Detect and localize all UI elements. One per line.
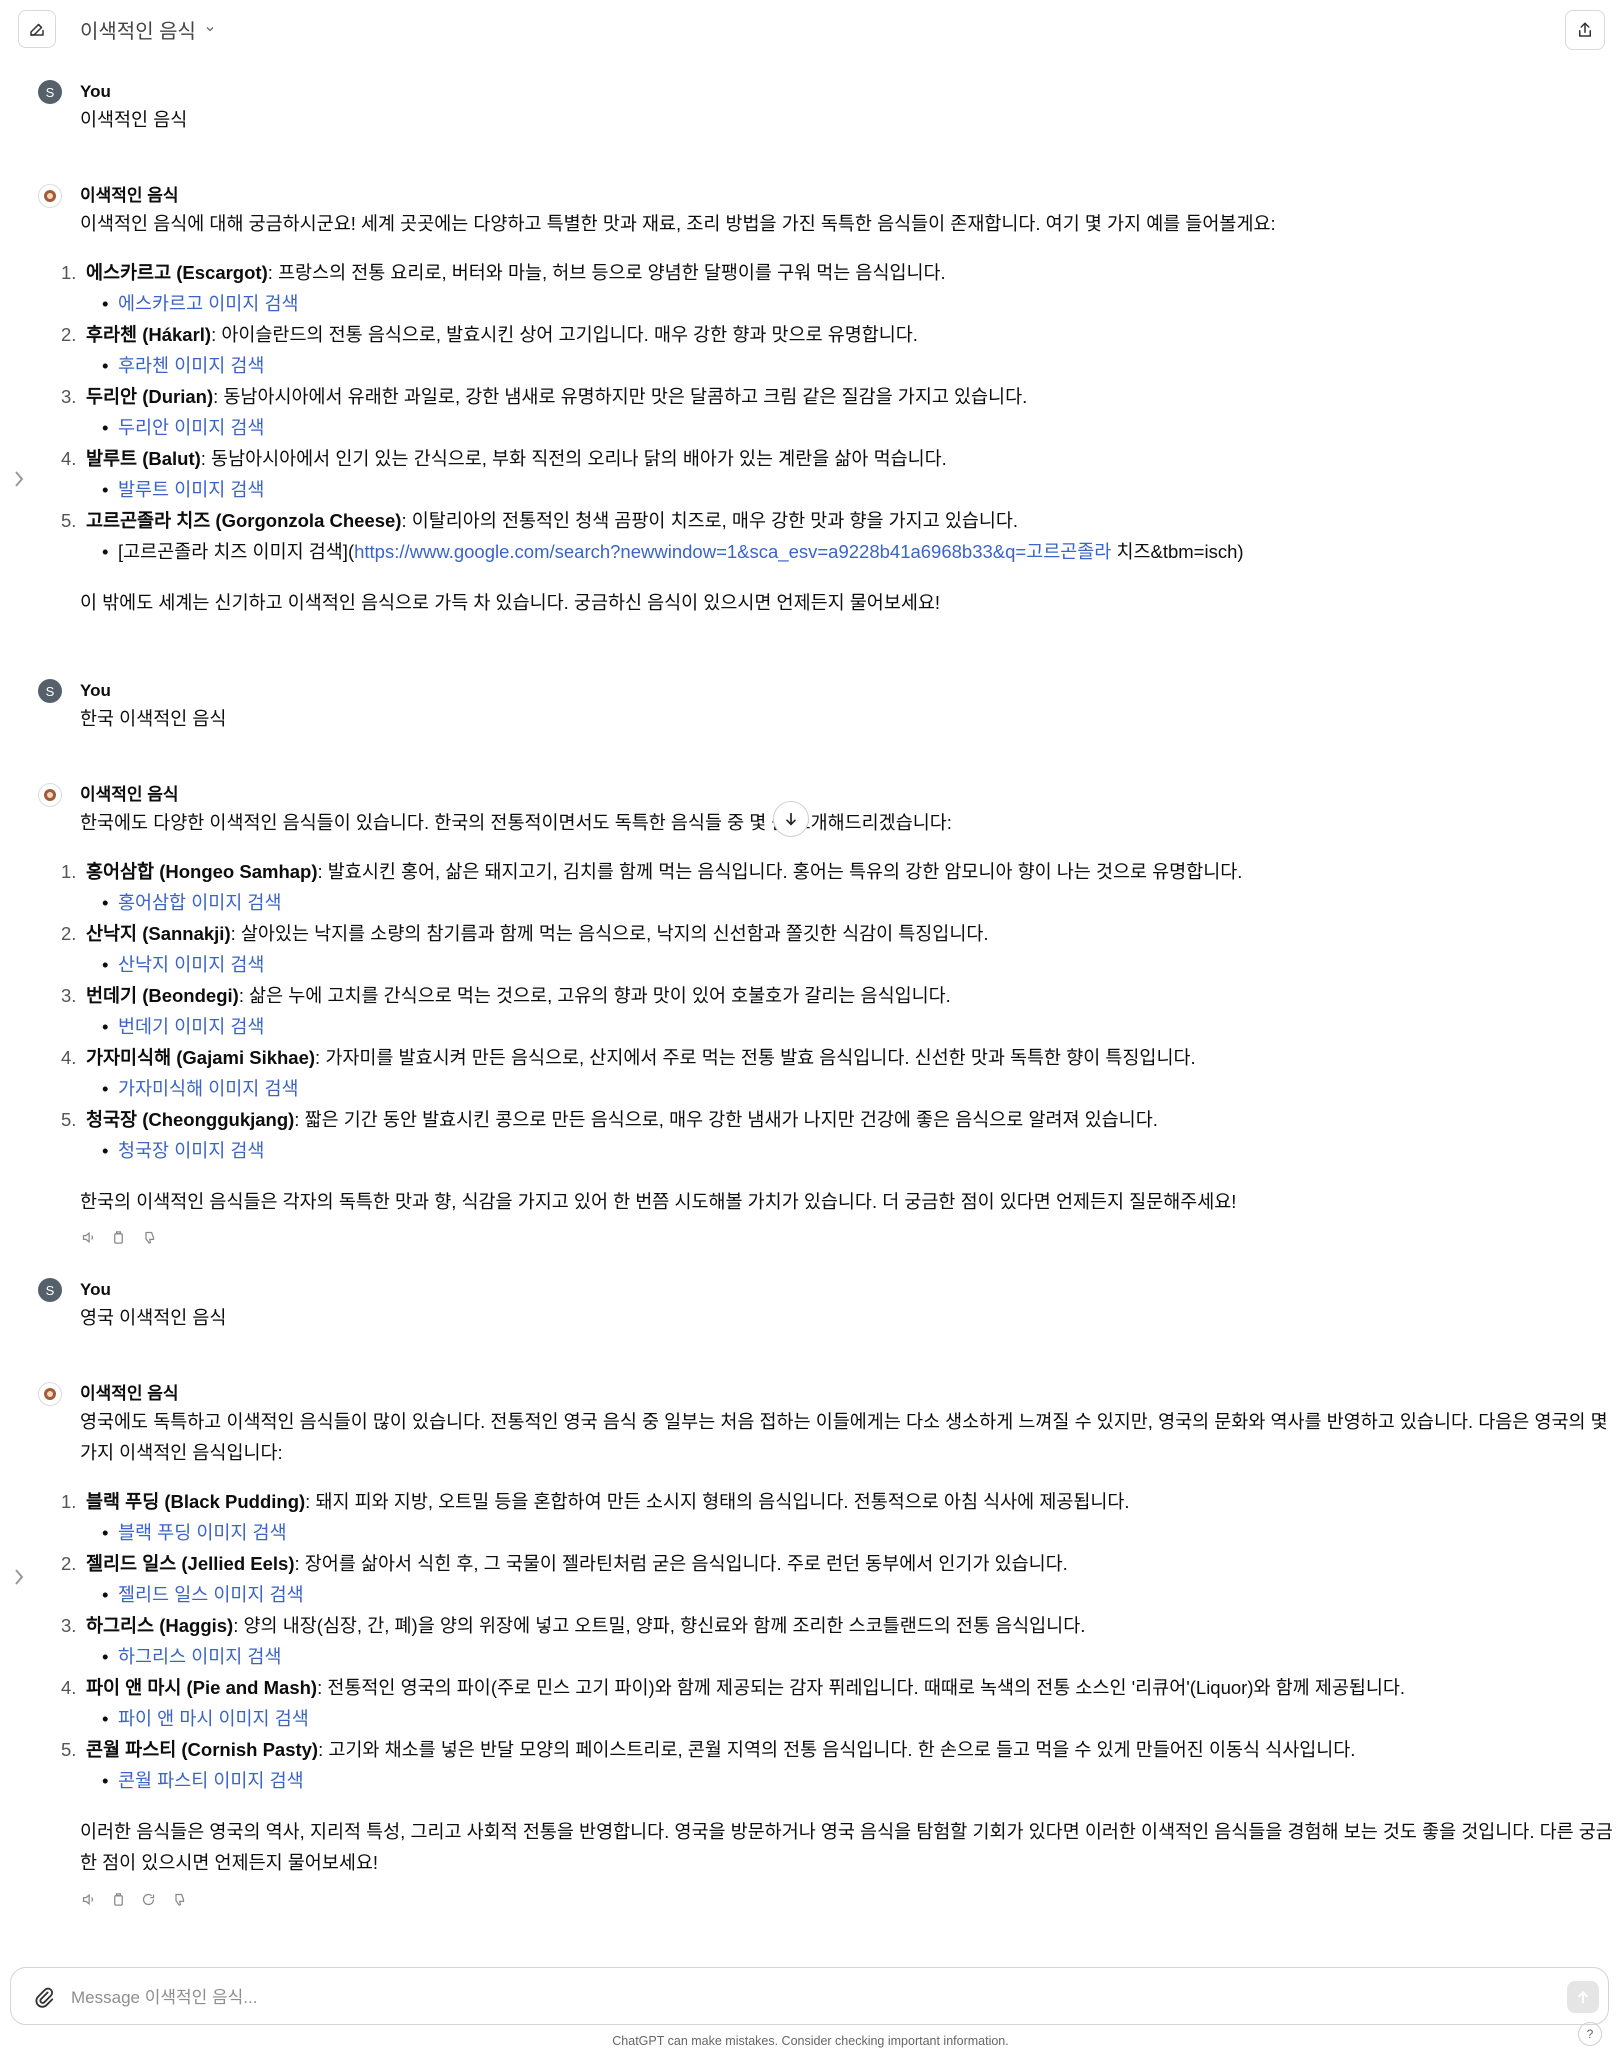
send-button[interactable]: [1567, 1981, 1599, 2013]
list-item: 4. 가자미식해 (Gajami Sikhae): 가자미를 발효시켜 만든 음식…: [61, 1042, 1620, 1104]
message-author: 이색적인 음식: [80, 1384, 179, 1403]
help-button[interactable]: ?: [1578, 2022, 1602, 2046]
message-outro: 이 밖에도 세계는 신기하고 이색적인 음식으로 가득 차 있습니다. 궁금하신…: [80, 592, 941, 613]
message-author: You: [80, 681, 111, 700]
message-intro: 이색적인 음식에 대해 궁금하시군요! 세계 곳곳에는 다양하고 특별한 맛과 …: [80, 213, 1276, 234]
list-item: 5. 콘월 파스티 (Cornish Pasty): 고기와 채소를 넣은 반달 …: [61, 1734, 1620, 1796]
edit-icon: [30, 23, 44, 36]
read-aloud-icon[interactable]: [80, 1229, 96, 1245]
message-text: 영국 이색적인 음식: [80, 1307, 227, 1328]
image-search-link[interactable]: 가자미식해 이미지 검색: [118, 1078, 298, 1099]
image-search-link[interactable]: 발루트 이미지 검색: [118, 479, 264, 500]
read-aloud-icon[interactable]: [80, 1891, 96, 1907]
list-item: 3. 번데기 (Beondegi): 삶은 누에 고치를 간식으로 먹는 것으로,…: [61, 980, 1620, 1042]
message-author: 이색적인 음식: [80, 186, 179, 205]
image-search-link[interactable]: 에스카르고 이미지 검색: [118, 293, 298, 314]
regenerate-icon[interactable]: [140, 1891, 156, 1907]
gpt-avatar-icon: [38, 783, 62, 807]
message-author: You: [80, 82, 111, 101]
image-search-link[interactable]: 젤리드 일스 이미지 검색: [118, 1584, 304, 1605]
image-search-link[interactable]: 청국장 이미지 검색: [118, 1140, 264, 1161]
scroll-down-button[interactable]: [773, 801, 809, 837]
list-item: 4. 발루트 (Balut): 동남아시아에서 인기 있는 간식으로, 부화 직전…: [61, 443, 1620, 505]
message-intro: 한국에도 다양한 이색적인 음식들이 있습니다. 한국의 전통적이면서도 독특한…: [80, 812, 952, 833]
user-avatar: S: [38, 80, 62, 104]
model-selector[interactable]: 이색적인 음식: [80, 14, 216, 44]
list-item: 1. 홍어삼합 (Hongeo Samhap): 발효시킨 홍어, 삶은 돼지고기…: [61, 856, 1620, 918]
raw-search-url-link[interactable]: https://www.google.com/search?newwindow=…: [354, 541, 1111, 562]
chevron-down-icon: [206, 27, 214, 32]
copy-icon[interactable]: [110, 1891, 126, 1907]
list-item: 5. 청국장 (Cheonggukjang): 짧은 기간 동안 발효시킨 콩으로…: [61, 1104, 1620, 1166]
message-actions: [80, 1891, 186, 1907]
image-search-link[interactable]: 산낙지 이미지 검색: [118, 954, 264, 975]
list-item: 1. 에스카르고 (Escargot): 프랑스의 전통 요리로, 버터와 마늘,…: [61, 257, 1620, 319]
new-chat-button[interactable]: [18, 10, 56, 48]
user-avatar: S: [38, 679, 62, 703]
list-item: 1. 블랙 푸딩 (Black Pudding): 돼지 피와 지방, 오트밀 등…: [61, 1486, 1620, 1548]
paperclip-icon[interactable]: [33, 1985, 55, 2009]
thumbs-down-icon[interactable]: [170, 1891, 186, 1907]
food-list: 1. 에스카르고 (Escargot): 프랑스의 전통 요리로, 버터와 마늘,…: [61, 257, 1620, 567]
list-item: 2. 후라첸 (Hákarl): 아이슬란드의 전통 음식으로, 발효시킨 상어 …: [61, 319, 1620, 381]
message-outro: 한국의 이색적인 음식들은 각자의 독특한 맛과 향, 식감을 가지고 있어 한…: [80, 1191, 1237, 1212]
image-search-link[interactable]: 파이 앤 마시 이미지 검색: [118, 1708, 309, 1729]
message-text: 이색적인 음식: [80, 109, 188, 130]
gpt-avatar-icon: [38, 184, 62, 208]
disclaimer-text: ChatGPT can make mistakes. Consider chec…: [612, 2034, 1009, 2048]
user-avatar: S: [38, 1278, 62, 1302]
message-author: You: [80, 1280, 111, 1299]
message-actions: [80, 1229, 156, 1245]
list-item: 3. 하그리스 (Haggis): 양의 내장(심장, 간, 폐)을 양의 위장에…: [61, 1610, 1620, 1672]
arrow-down-icon: [786, 812, 796, 826]
list-item: 2. 젤리드 일스 (Jellied Eels): 장어를 삶아서 식힌 후, 그…: [61, 1548, 1620, 1610]
food-list: 1. 블랙 푸딩 (Black Pudding): 돼지 피와 지방, 오트밀 등…: [61, 1486, 1620, 1796]
copy-icon[interactable]: [110, 1229, 126, 1245]
share-button[interactable]: [1565, 10, 1605, 50]
image-search-link[interactable]: 콘월 파스티 이미지 검색: [118, 1770, 304, 1791]
message-composer: [10, 1967, 1609, 2025]
list-item: 2. 산낙지 (Sannakji): 살아있는 낙지를 소량의 참기름과 함께 먹…: [61, 918, 1620, 980]
gpt-avatar-icon: [38, 1382, 62, 1406]
list-item: 5. 고르곤졸라 치즈 (Gorgonzola Cheese): 이탈리아의 전통…: [61, 505, 1620, 567]
share-icon: [1579, 22, 1591, 37]
message-author: 이색적인 음식: [80, 785, 179, 804]
image-search-link[interactable]: 블랙 푸딩 이미지 검색: [118, 1522, 287, 1543]
message-intro: 영국에도 독특하고 이색적인 음식들이 많이 있습니다. 전통적인 영국 음식 …: [80, 1411, 1608, 1463]
arrow-up-icon: [1578, 1990, 1588, 2004]
food-list: 1. 홍어삼합 (Hongeo Samhap): 발효시킨 홍어, 삶은 돼지고기…: [61, 856, 1620, 1166]
image-search-link[interactable]: 홍어삼합 이미지 검색: [118, 892, 281, 913]
message-text: 한국 이색적인 음식: [80, 708, 227, 729]
message-outro: 이러한 음식들은 영국의 역사, 지리적 특성, 그리고 사회적 전통을 반영합…: [80, 1821, 1613, 1873]
image-search-link[interactable]: 번데기 이미지 검색: [118, 1016, 264, 1037]
model-title-text: 이색적인 음식: [80, 20, 196, 43]
list-item: 4. 파이 앤 마시 (Pie and Mash): 전통적인 영국의 파이(주로…: [61, 1672, 1620, 1734]
image-search-link[interactable]: 두리안 이미지 검색: [118, 417, 264, 438]
image-search-link[interactable]: 후라첸 이미지 검색: [118, 355, 264, 376]
message-input[interactable]: [69, 1982, 1533, 2014]
sidebar-toggle-chevron-icon[interactable]: [12, 1566, 26, 1588]
thumbs-down-icon[interactable]: [140, 1229, 156, 1245]
list-item: 3. 두리안 (Durian): 동남아시아에서 유래한 과일로, 강한 냄새로 …: [61, 381, 1620, 443]
image-search-link[interactable]: 하그리스 이미지 검색: [118, 1646, 281, 1667]
sidebar-toggle-chevron-icon[interactable]: [12, 468, 26, 490]
